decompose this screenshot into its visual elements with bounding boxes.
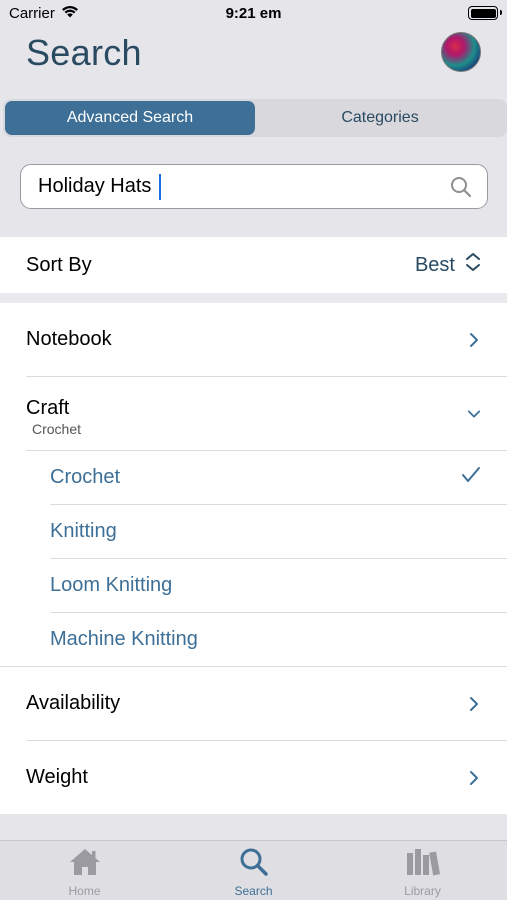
craft-option-knitting[interactable]: Knitting <box>0 505 507 558</box>
chevron-right-icon <box>467 331 481 349</box>
search-icon <box>239 847 269 882</box>
craft-option-label: Machine Knitting <box>50 628 198 650</box>
tab-advanced-search[interactable]: Advanced Search <box>5 101 255 135</box>
craft-option-label: Knitting <box>50 520 117 542</box>
tab-bar: Home Search Library <box>0 840 507 900</box>
filter-row-notebook[interactable]: Notebook <box>0 303 507 376</box>
craft-selected-value: Crochet <box>32 421 82 437</box>
avatar[interactable] <box>441 32 481 72</box>
filter-row-craft[interactable]: Craft Crochet <box>0 377 507 450</box>
chevron-right-icon <box>467 695 481 713</box>
checkmark-icon <box>461 466 481 489</box>
sort-value: Best <box>414 253 455 276</box>
craft-option-label: Loom Knitting <box>50 574 173 596</box>
filter-group: Notebook Craft Crochet Crochet Knitting <box>0 303 507 814</box>
tab-search[interactable]: Search <box>169 841 338 900</box>
page-title: Search <box>26 32 142 73</box>
chevron-up-down-icon <box>465 252 481 278</box>
text-cursor <box>159 173 161 200</box>
section-gap <box>0 293 507 303</box>
sort-value-group[interactable]: Best <box>415 252 481 278</box>
chevron-right-icon <box>467 769 481 787</box>
tab-home[interactable]: Home <box>0 841 169 900</box>
segmented-control: Advanced Search Categories <box>3 99 507 137</box>
craft-option-machine-knitting[interactable]: Machine Knitting <box>0 613 507 666</box>
sort-label: Sort By <box>26 253 92 276</box>
craft-option-label: Crochet <box>50 466 121 488</box>
status-bar: Carrier 9:21 em <box>0 0 507 28</box>
battery-icon <box>468 6 502 20</box>
craft-option-crochet[interactable]: Crochet <box>0 451 507 504</box>
tab-categories[interactable]: Categories <box>255 101 505 135</box>
filter-label-weight: Weight <box>26 766 88 788</box>
filter-row-weight[interactable]: Weight <box>0 741 507 814</box>
tab-label: Library <box>404 884 441 898</box>
filter-label-notebook: Notebook <box>26 328 112 350</box>
tab-label: Search <box>234 884 273 898</box>
sort-row[interactable]: Sort By Best <box>0 237 507 293</box>
tab-label: Home <box>68 884 101 898</box>
search-input[interactable] <box>38 175 158 198</box>
status-time: 9:21 em <box>225 5 282 22</box>
chevron-down-icon <box>467 405 481 423</box>
craft-option-loom-knitting[interactable]: Loom Knitting <box>0 559 507 612</box>
tab-library[interactable]: Library <box>338 841 507 900</box>
search-icon[interactable] <box>449 175 473 199</box>
search-box <box>20 164 488 209</box>
filter-label-craft: Craft <box>26 397 70 419</box>
filter-row-availability[interactable]: Availability <box>0 667 507 740</box>
library-icon <box>405 847 441 882</box>
filter-list: Sort By Best Notebook Craft Crochet Croc… <box>0 237 507 814</box>
filter-label-availability: Availability <box>26 692 121 714</box>
home-icon <box>68 847 102 882</box>
